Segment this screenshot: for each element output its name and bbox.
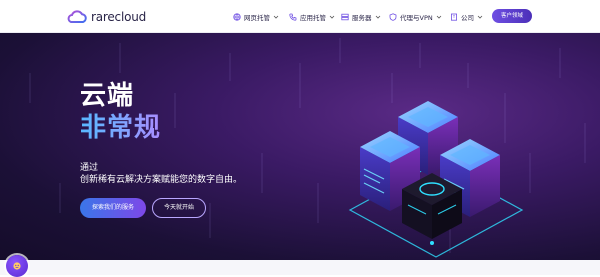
nav-item-label: 服务器 xyxy=(352,13,372,22)
hero-subtitle-line1: 通过 xyxy=(80,163,99,173)
chevron-down-icon xyxy=(375,14,381,20)
nav-item-label: 应用托管 xyxy=(300,13,326,22)
chevron-down-icon xyxy=(329,14,335,20)
server-icon xyxy=(341,13,349,21)
phone-icon xyxy=(289,13,297,21)
chevron-down-icon xyxy=(273,14,279,20)
servers-illustration xyxy=(348,101,524,258)
building-icon xyxy=(450,13,458,21)
hero-title-line2: 非常规 xyxy=(80,113,162,143)
nav-item-proxy-vpn[interactable]: 代理与VPN xyxy=(389,10,442,23)
brand-name: rarecloud xyxy=(91,9,147,24)
brand-logo[interactable]: rarecloud xyxy=(66,8,146,25)
below-hero-strip xyxy=(0,260,600,275)
chat-icon xyxy=(13,262,21,270)
nav-item-label: 代理与VPN xyxy=(400,13,433,22)
chevron-down-icon xyxy=(477,14,483,20)
globe-icon xyxy=(233,12,241,21)
hero-section: 云端 非常规 通过 创新稀有云解决方案赋能您的数字自由。 探索我们的服务 今天就… xyxy=(0,33,600,260)
shield-icon xyxy=(389,12,397,21)
nav-item-label: 网页托管 xyxy=(244,13,270,22)
explore-services-button[interactable]: 探索我们的服务 xyxy=(80,198,146,218)
cloud-logo-icon xyxy=(67,9,87,23)
hero-subtitle-line2: 创新稀有云解决方案赋能您的数字自由。 xyxy=(80,175,243,185)
get-started-button[interactable]: 今天就开始 xyxy=(152,198,206,218)
nav-item-label: 公司 xyxy=(461,13,474,22)
chevron-down-icon xyxy=(436,14,442,20)
client-area-button[interactable]: 客户领域 xyxy=(492,9,532,23)
nav-item-web-hosting[interactable]: 网页托管 xyxy=(233,10,279,23)
nav-item-servers[interactable]: 服务器 xyxy=(341,10,381,23)
nav-item-app-hosting[interactable]: 应用托管 xyxy=(289,10,335,23)
hero-title-line1: 云端 xyxy=(80,81,135,111)
chat-widget-button[interactable] xyxy=(6,255,28,277)
nav-item-company[interactable]: 公司 xyxy=(450,10,483,23)
top-navbar: rarecloud 网页托管 应用托管 服务器 代理与VPN 公司 客户领域 xyxy=(0,0,600,33)
